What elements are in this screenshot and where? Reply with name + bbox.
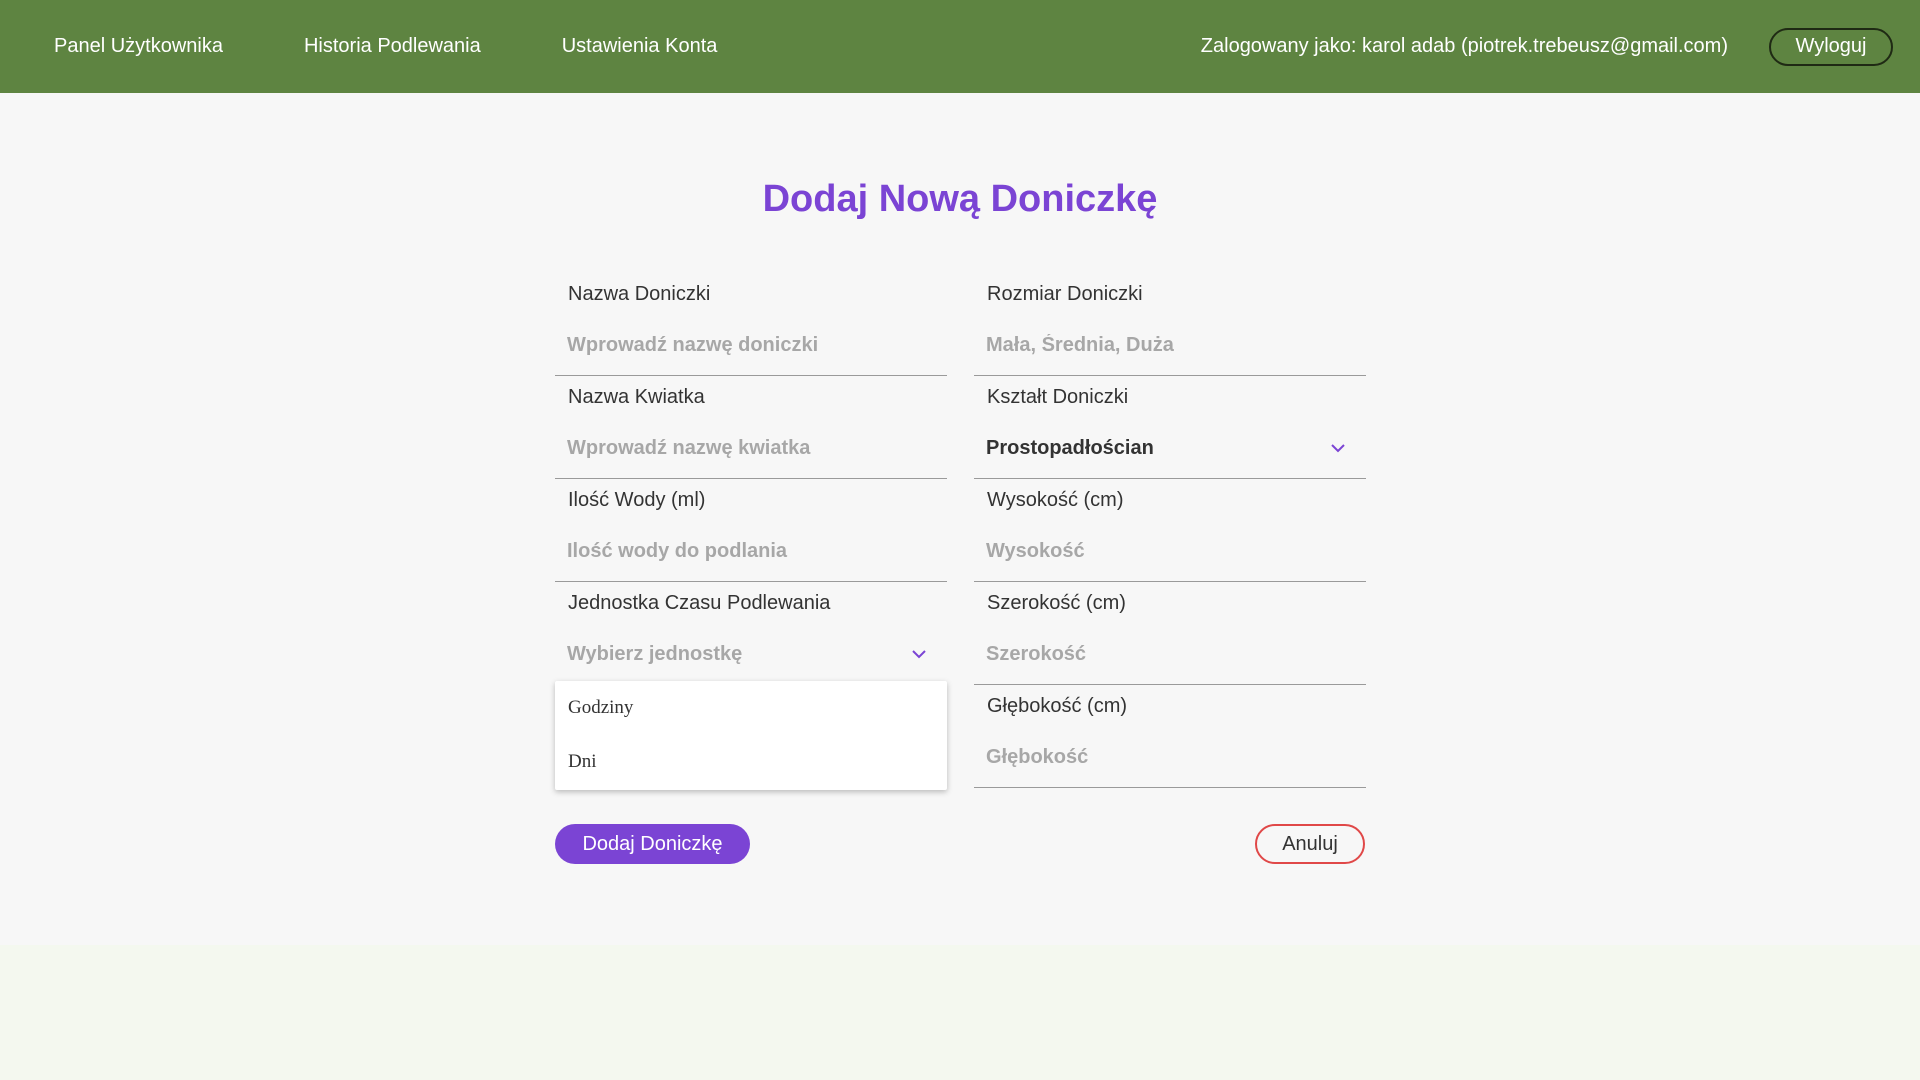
flower-name-input[interactable] bbox=[555, 428, 947, 468]
depth-field: Głębokość (cm) bbox=[974, 685, 1366, 788]
user-area: Zalogowany jako: karol adab (piotrek.tre… bbox=[1200, 27, 1893, 66]
height-field: Wysokość (cm) bbox=[974, 479, 1366, 582]
time-unit-label: Jednostka Czasu Podlewania bbox=[568, 592, 831, 614]
time-unit-dropdown-menu: Godziny Dni bbox=[555, 681, 947, 790]
pot-shape-selected-value: Prostopadłościan bbox=[986, 436, 1154, 459]
pot-shape-select[interactable]: Prostopadłościan bbox=[974, 428, 1366, 468]
nav-link-user-panel[interactable]: Panel Użytkownika bbox=[54, 0, 223, 93]
time-unit-selected-value: Wybierz jednostkę bbox=[567, 642, 743, 665]
width-label: Szerokość (cm) bbox=[987, 592, 1126, 614]
flower-name-field: Nazwa Kwiatka bbox=[555, 376, 947, 479]
water-amount-field: Ilość Wody (ml) bbox=[555, 479, 947, 582]
dropdown-option-hours[interactable]: Godziny bbox=[555, 681, 947, 735]
flower-name-label: Nazwa Kwiatka bbox=[568, 386, 705, 408]
pot-size-input[interactable] bbox=[974, 325, 1366, 365]
time-unit-field: Jednostka Czasu Podlewania Wybierz jedno… bbox=[555, 582, 947, 685]
water-amount-label: Ilość Wody (ml) bbox=[568, 489, 706, 511]
chevron-down-icon bbox=[912, 650, 926, 659]
height-input[interactable] bbox=[974, 531, 1366, 571]
chevron-down-icon bbox=[1331, 444, 1345, 453]
pot-shape-label: Kształt Doniczki bbox=[987, 386, 1129, 408]
cancel-button[interactable]: Anuluj bbox=[1255, 824, 1365, 864]
form-column-left: Nazwa Doniczki Nazwa Kwiatka Ilość Wody … bbox=[555, 273, 947, 685]
page-footer-area bbox=[0, 945, 1920, 1080]
pot-shape-field: Kształt Doniczki Prostopadłościan bbox=[974, 376, 1366, 479]
depth-label: Głębokość (cm) bbox=[987, 695, 1128, 717]
pot-size-label: Rozmiar Doniczki bbox=[987, 283, 1143, 305]
logged-in-user-label: Zalogowany jako: karol adab (piotrek.tre… bbox=[1200, 35, 1728, 57]
nav-link-watering-history[interactable]: Historia Podlewania bbox=[304, 0, 481, 93]
pot-name-label: Nazwa Doniczki bbox=[568, 283, 711, 305]
main-nav: Panel Użytkownika Historia Podlewania Us… bbox=[0, 0, 717, 93]
time-unit-select[interactable]: Wybierz jednostkę bbox=[555, 634, 947, 674]
width-field: Szerokość (cm) bbox=[974, 582, 1366, 685]
page-title: Dodaj Nową Doniczkę bbox=[762, 178, 1158, 220]
top-navigation-bar: Panel Użytkownika Historia Podlewania Us… bbox=[0, 0, 1920, 93]
nav-link-account-settings[interactable]: Ustawienia Konta bbox=[562, 0, 718, 93]
water-amount-input[interactable] bbox=[555, 531, 947, 571]
height-label: Wysokość (cm) bbox=[987, 489, 1124, 511]
dropdown-option-days[interactable]: Dni bbox=[555, 735, 947, 789]
pot-name-input[interactable] bbox=[555, 325, 947, 365]
depth-input[interactable] bbox=[974, 737, 1366, 777]
pot-name-field: Nazwa Doniczki bbox=[555, 273, 947, 376]
pot-size-field: Rozmiar Doniczki bbox=[974, 273, 1366, 376]
add-pot-page: Dodaj Nową Doniczkę Nazwa Doniczki Nazwa… bbox=[0, 93, 1920, 945]
logout-button[interactable]: Wyloguj bbox=[1769, 27, 1893, 66]
add-pot-button[interactable]: Dodaj Doniczkę bbox=[555, 824, 750, 864]
width-input[interactable] bbox=[974, 634, 1366, 674]
form-column-right: Rozmiar Doniczki Kształt Doniczki Prosto… bbox=[974, 273, 1366, 788]
